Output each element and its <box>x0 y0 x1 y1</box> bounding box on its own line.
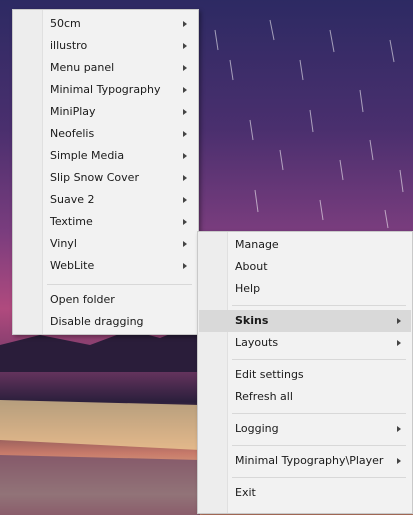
menu-item-label: Disable dragging <box>50 315 144 328</box>
menu-separator <box>232 477 406 478</box>
menu-separator <box>232 305 406 306</box>
submenu-arrow-icon <box>183 109 187 115</box>
menu-item-label: Manage <box>235 238 279 251</box>
menu-item-label: Suave 2 <box>50 193 95 206</box>
menu-item-label: Minimal Typography <box>50 83 161 96</box>
menu-item-label: Simple Media <box>50 149 125 162</box>
submenu-arrow-icon <box>183 241 187 247</box>
menu-item-label: MiniPlay <box>50 105 96 118</box>
menu-separator <box>232 359 406 360</box>
submenu-arrow-icon <box>397 318 401 324</box>
skin-item-weblite[interactable]: WebLite <box>14 255 197 277</box>
skin-item-neofelis[interactable]: Neofelis <box>14 123 197 145</box>
menu-item-label: Help <box>235 282 261 295</box>
menu-item-label: Slip Snow Cover <box>50 171 139 184</box>
submenu-arrow-icon <box>183 197 187 203</box>
menu-item-label: illustro <box>50 39 88 52</box>
main-context-menu: Manage About Help Skins Layouts Edit set… <box>197 231 413 514</box>
menu-item-label: Minimal Typography\Player <box>235 454 384 467</box>
about-item[interactable]: About <box>199 256 411 278</box>
open-folder-item[interactable]: Open folder <box>14 289 197 311</box>
skin-item-illustro[interactable]: illustro <box>14 35 197 57</box>
menu-item-label: Textime <box>50 215 93 228</box>
menu-item-label: Skins <box>235 314 269 327</box>
menu-item-label: Refresh all <box>235 390 293 403</box>
submenu-arrow-icon <box>183 219 187 225</box>
submenu-arrow-icon <box>397 426 401 432</box>
menu-item-label: 50cm <box>50 17 81 30</box>
submenu-arrow-icon <box>397 458 401 464</box>
menu-separator <box>232 445 406 446</box>
help-item[interactable]: Help <box>199 278 411 300</box>
layouts-item[interactable]: Layouts <box>199 332 411 354</box>
menu-item-label: About <box>235 260 268 273</box>
submenu-arrow-icon <box>183 153 187 159</box>
skin-item-menu-panel[interactable]: Menu panel <box>14 57 197 79</box>
skin-item-minimal-typography[interactable]: Minimal Typography <box>14 79 197 101</box>
menu-separator <box>47 284 192 285</box>
submenu-arrow-icon <box>183 43 187 49</box>
submenu-arrow-icon <box>183 131 187 137</box>
menu-item-label: Neofelis <box>50 127 95 140</box>
active-skin-item[interactable]: Minimal Typography\Player <box>199 450 411 472</box>
manage-item[interactable]: Manage <box>199 234 411 256</box>
submenu-arrow-icon <box>183 65 187 71</box>
skins-item[interactable]: Skins <box>199 310 411 332</box>
skin-item-simple-media[interactable]: Simple Media <box>14 145 197 167</box>
menu-item-label: Vinyl <box>50 237 77 250</box>
skin-item-slip-snow-cover[interactable]: Slip Snow Cover <box>14 167 197 189</box>
submenu-arrow-icon <box>183 263 187 269</box>
skin-item-suave-2[interactable]: Suave 2 <box>14 189 197 211</box>
menu-item-label: Menu panel <box>50 61 115 74</box>
menu-item-label: Edit settings <box>235 368 304 381</box>
menu-item-label: Logging <box>235 422 279 435</box>
skin-item-vinyl[interactable]: Vinyl <box>14 233 197 255</box>
submenu-arrow-icon <box>183 21 187 27</box>
menu-item-label: Layouts <box>235 336 279 349</box>
submenu-arrow-icon <box>183 175 187 181</box>
skin-item-textime[interactable]: Textime <box>14 211 197 233</box>
menu-item-label: Open folder <box>50 293 115 306</box>
menu-item-label: WebLite <box>50 259 95 272</box>
menu-item-label: Exit <box>235 486 256 499</box>
skins-submenu: 50cm illustro Menu panel Minimal Typogra… <box>12 9 199 335</box>
menu-separator <box>232 413 406 414</box>
logging-item[interactable]: Logging <box>199 418 411 440</box>
submenu-arrow-icon <box>183 87 187 93</box>
refresh-all-item[interactable]: Refresh all <box>199 386 411 408</box>
exit-item[interactable]: Exit <box>199 482 411 504</box>
submenu-arrow-icon <box>397 340 401 346</box>
skin-item-50cm[interactable]: 50cm <box>14 13 197 35</box>
disable-dragging-item[interactable]: Disable dragging <box>14 311 197 333</box>
edit-settings-item[interactable]: Edit settings <box>199 364 411 386</box>
skin-item-miniplay[interactable]: MiniPlay <box>14 101 197 123</box>
